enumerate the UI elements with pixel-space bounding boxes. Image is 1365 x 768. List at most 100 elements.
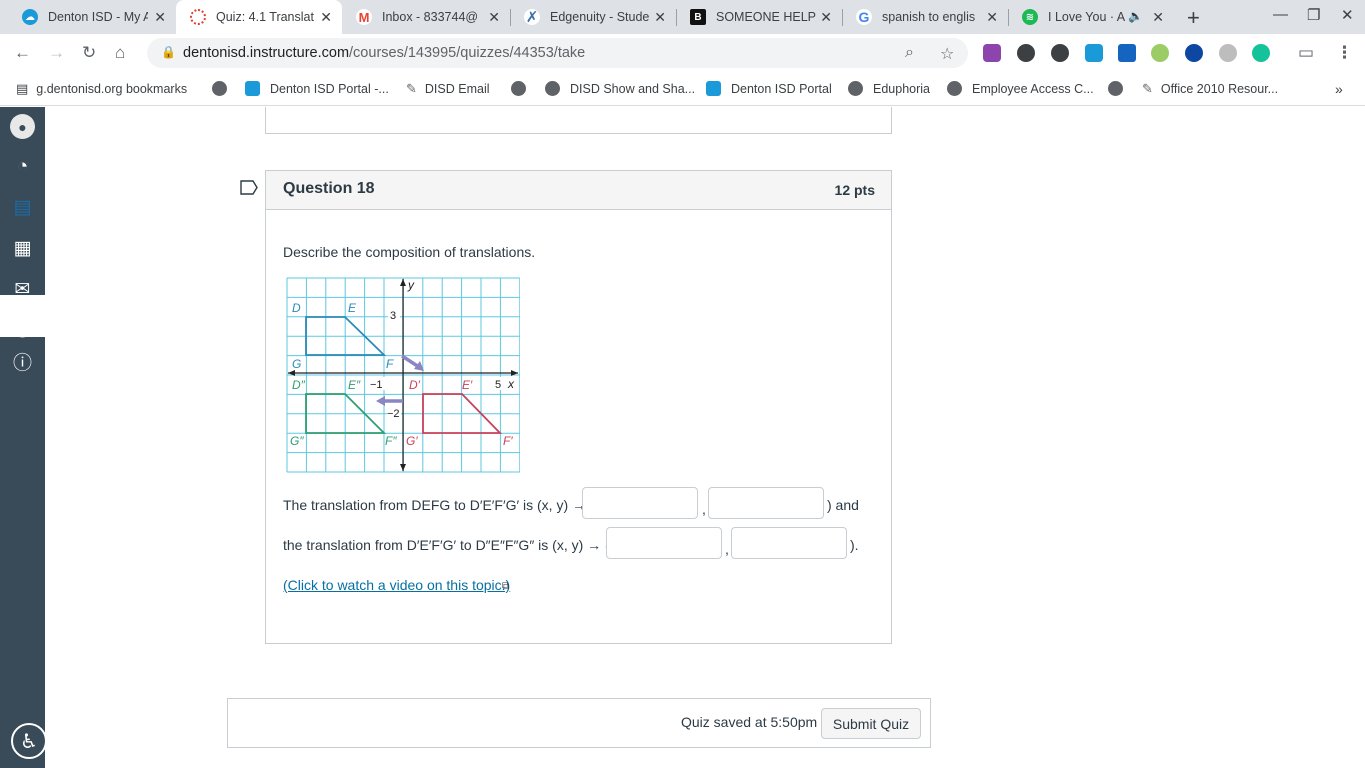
google-icon: G	[856, 9, 872, 25]
close-tab-icon[interactable]: ✕	[488, 9, 500, 26]
reload-icon[interactable]: ↻	[82, 43, 96, 63]
inbox-icon[interactable]: ✉	[10, 277, 35, 302]
browser-tab[interactable]: B SOMEONE HELP ✕	[676, 0, 842, 34]
history-icon[interactable]: ◷	[10, 317, 35, 342]
bookmark-item[interactable]	[1108, 81, 1133, 96]
bookmark-item[interactable]	[212, 81, 237, 96]
browser-tab[interactable]: ≋ I Love You · A 🔈 ✕	[1008, 0, 1174, 34]
vertex-label-F-double-prime: F″	[385, 434, 397, 448]
vertex-label-E-double-prime: E″	[348, 378, 361, 392]
spotify-icon: ≋	[1022, 9, 1038, 25]
question-header: Question 18 12 pts	[266, 171, 891, 210]
more-bookmarks-icon[interactable]: »	[1335, 81, 1343, 97]
autosave-status: Quiz saved at 5:50pm	[681, 714, 818, 730]
browser-tab-strip: ☁ Denton ISD - My A ✕ Quiz: 4.1 Translat…	[0, 0, 1365, 34]
answer-input-1-y[interactable]	[708, 487, 824, 519]
question-card: Question 18 12 pts Describe the composit…	[265, 170, 892, 644]
home-icon[interactable]: ⌂	[115, 43, 125, 63]
back-icon[interactable]: ←	[14, 43, 31, 63]
cast-icon[interactable]: ▭	[1298, 43, 1314, 63]
extension-icon[interactable]	[1151, 44, 1169, 62]
quill-icon: ✎	[406, 81, 417, 96]
browser-tab[interactable]: G spanish to englis ✕	[842, 0, 1008, 34]
globe-icon	[848, 81, 863, 96]
bookmark-item[interactable]: ✎ Office 2010 Resour...	[1142, 81, 1278, 97]
question-points: 12 pts	[834, 182, 875, 198]
minimize-icon[interactable]: —	[1273, 6, 1288, 23]
calendar-icon[interactable]: ▦	[10, 236, 35, 261]
accessibility-icon[interactable]: ♿	[11, 723, 47, 759]
canvas-icon	[245, 81, 260, 96]
external-link-icon: ⧉	[502, 581, 510, 592]
address-bar[interactable]: 🔒 dentonisd.instructure.com/courses/1439…	[147, 38, 968, 68]
search-icon[interactable]: ⌕	[905, 44, 914, 62]
bookmark-item[interactable]: Eduphoria	[848, 81, 930, 96]
y-axis-arrow-up	[400, 279, 406, 286]
vertex-label-D-double-prime: D″	[292, 378, 306, 392]
new-tab-icon[interactable]: +	[1187, 5, 1200, 31]
globe-icon	[212, 81, 227, 96]
courses-icon[interactable]: ▤	[10, 195, 35, 220]
close-tab-icon[interactable]: ✕	[154, 9, 166, 26]
extension-icon[interactable]	[1051, 44, 1069, 62]
bookmark-item[interactable]: Employee Access C...	[947, 81, 1094, 96]
grammarly-icon[interactable]	[1252, 44, 1270, 62]
close-tab-icon[interactable]: ✕	[654, 9, 666, 26]
tick-label-neg1: −1	[370, 379, 383, 391]
answer-line-2: the translation from D′E′F′G′ to D″E″F″G…	[283, 537, 610, 553]
answer-input-2-y[interactable]	[731, 527, 847, 559]
browser-tab[interactable]: ☁ Denton ISD - My A ✕	[8, 0, 176, 34]
extension-icon[interactable]	[1219, 44, 1237, 62]
close-tab-icon[interactable]: ✕	[820, 9, 832, 26]
close-tab-icon[interactable]: ✕	[320, 9, 332, 26]
answer-input-2-x[interactable]	[606, 527, 722, 559]
extension-icon[interactable]	[1185, 44, 1203, 62]
menu-icon[interactable]: ⋮	[1336, 43, 1353, 63]
answer-line-1: The translation from DEFG to D′E′F′G′ is…	[283, 497, 595, 513]
quiz-footer: Quiz saved at 5:50pm Submit Quiz	[227, 698, 931, 748]
browser-tab[interactable]: ✗ Edgenuity - Stude ✕	[510, 0, 676, 34]
folder-icon: ▤	[16, 81, 29, 96]
extension-icon[interactable]	[1118, 44, 1136, 62]
close-tab-icon[interactable]: ✕	[1152, 9, 1164, 26]
brainly-icon: B	[690, 9, 706, 25]
translation-graph: y x D E G F D′ E′ F′ G′ D″ E″ F″ G″ 3 −1…	[286, 277, 520, 473]
vertex-label-G-double-prime: G″	[290, 434, 304, 448]
extension-icon[interactable]	[1017, 44, 1035, 62]
video-link[interactable]: (Click to watch a video on this topic.)	[283, 577, 510, 593]
browser-tab[interactable]: M Inbox - 833744@ ✕	[342, 0, 510, 34]
answer-input-1-x[interactable]	[582, 487, 698, 519]
submit-quiz-button[interactable]: Submit Quiz	[821, 708, 921, 739]
browser-tab-active[interactable]: Quiz: 4.1 Translat ✕	[176, 0, 342, 34]
forward-icon[interactable]: →	[48, 43, 65, 63]
audio-playing-icon[interactable]: 🔈	[1128, 9, 1143, 23]
gmail-icon: M	[356, 9, 372, 25]
canvas-icon	[706, 81, 721, 96]
y-axis-label: y	[407, 278, 415, 292]
edgenuity-icon: ✗	[524, 9, 540, 26]
bookmark-star-icon[interactable]: ☆	[940, 44, 954, 64]
vertex-label-D: D	[292, 301, 301, 315]
bookmark-item[interactable]	[511, 81, 536, 96]
account-avatar-icon[interactable]: ●	[10, 114, 35, 139]
restore-icon[interactable]: ❐	[1307, 6, 1320, 24]
question-prompt: Describe the composition of translations…	[283, 244, 536, 260]
bookmark-item[interactable]: DISD Show and Sha...	[545, 81, 695, 96]
extension-icon[interactable]	[1085, 44, 1103, 62]
close-window-icon[interactable]: ✕	[1341, 6, 1354, 24]
extension-icon[interactable]	[983, 44, 1001, 62]
vertex-label-E: E	[348, 301, 357, 315]
bookmark-folder[interactable]: ▤ g.dentonisd.org bookmarks	[16, 81, 187, 97]
tick-label-5: 5	[495, 379, 501, 391]
flag-question-icon[interactable]	[240, 180, 258, 195]
previous-question-bottom	[265, 107, 892, 134]
close-tab-icon[interactable]: ✕	[986, 9, 998, 26]
bookmark-item[interactable]: ✎ DISD Email	[406, 81, 490, 97]
browser-toolbar: ← → ↻ ⌂ 🔒 dentonisd.instructure.com/cour…	[0, 34, 1365, 72]
help-icon[interactable]: ⓘ	[10, 349, 35, 374]
bookmark-item[interactable]: Denton ISD Portal	[706, 81, 832, 96]
vertex-label-G: G	[292, 357, 301, 371]
translation-arrow-1	[401, 354, 420, 369]
dashboard-icon[interactable]: ◔	[10, 154, 35, 179]
bookmark-item[interactable]: Denton ISD Portal -...	[245, 81, 389, 96]
